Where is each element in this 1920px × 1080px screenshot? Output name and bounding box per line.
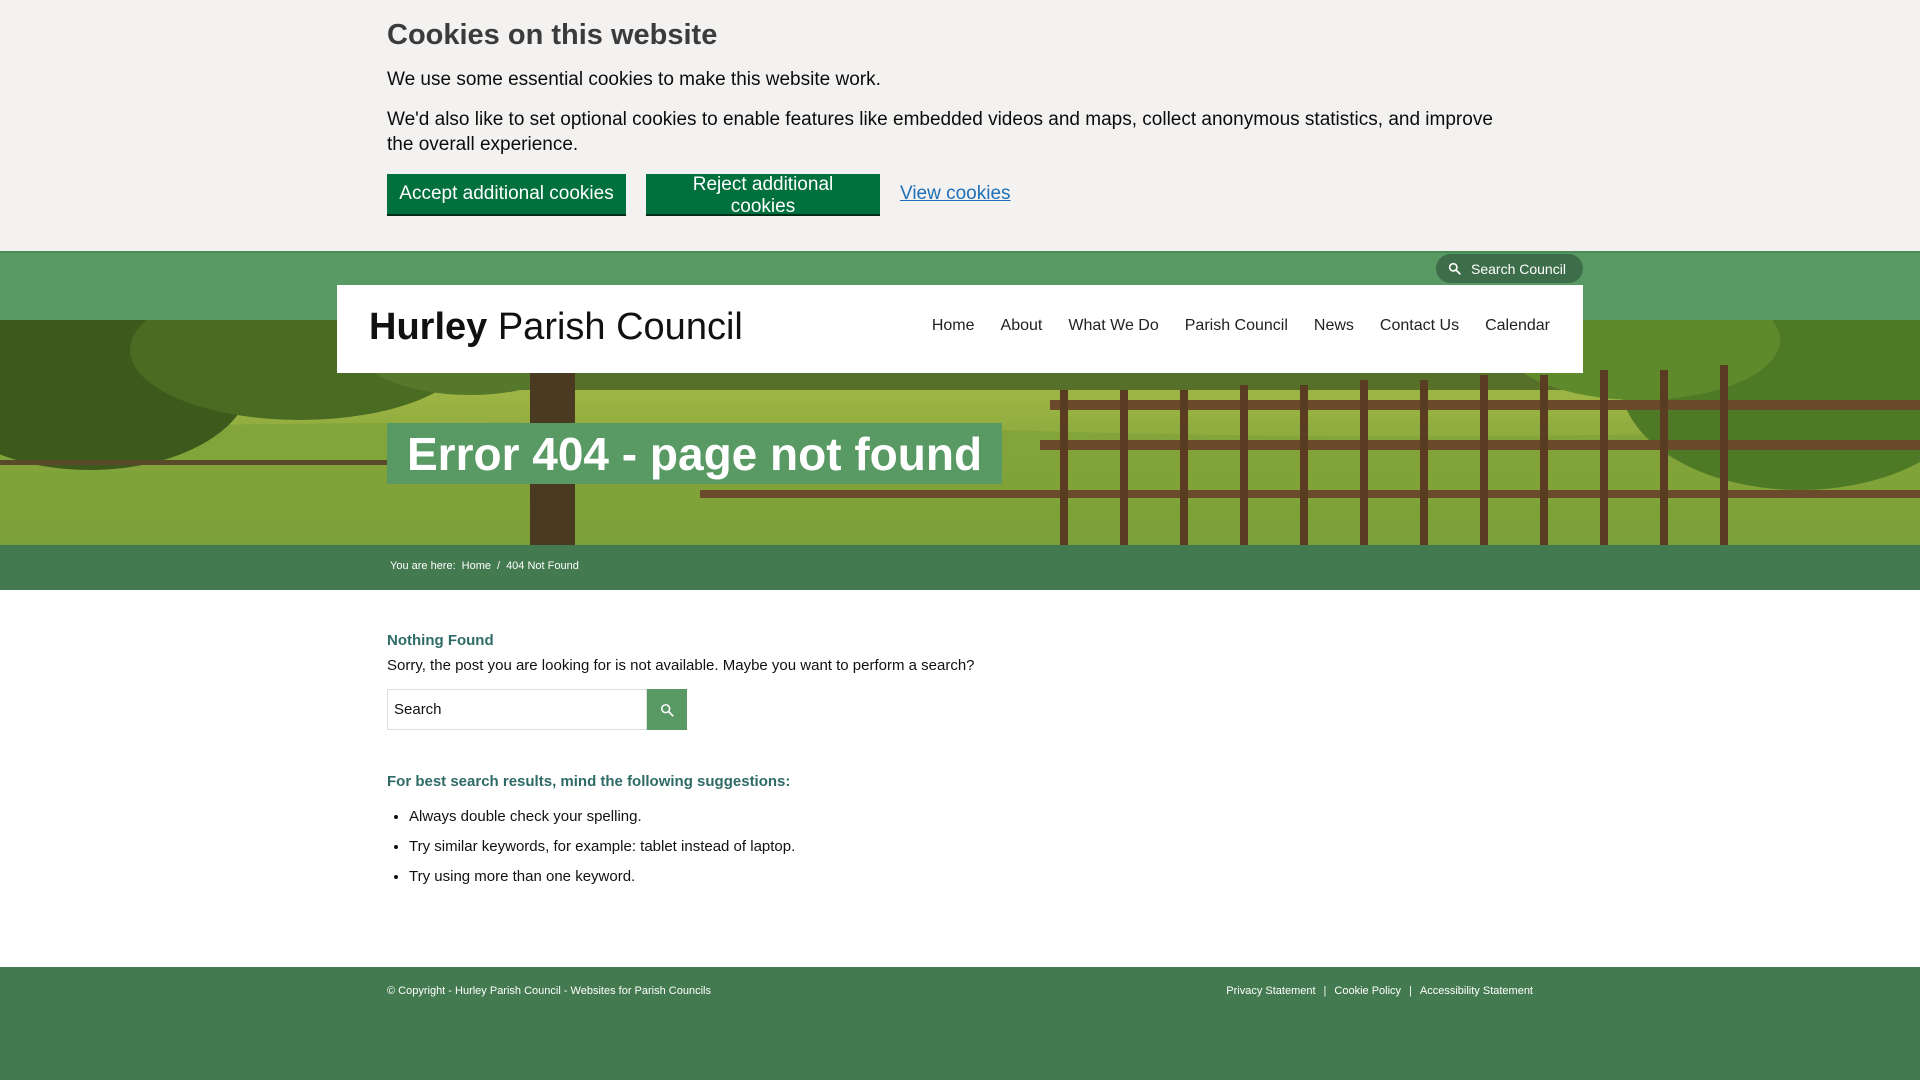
site-footer: © Copyright - Hurley Parish Council - We… — [0, 967, 1920, 1080]
nav-parish-council[interactable]: Parish Council — [1185, 317, 1288, 335]
breadcrumb-current: 404 Not Found — [506, 560, 579, 572]
footer-separator: | — [1323, 985, 1327, 997]
page-title-box: Error 404 - page not found — [387, 423, 1003, 484]
footer-link-accessibility[interactable]: Accessibility Statement — [1420, 985, 1533, 997]
footer-link-cookie-policy[interactable]: Cookie Policy — [1334, 985, 1401, 997]
suggestion-item: Always double check your spelling. — [409, 807, 1517, 826]
site-logo[interactable]: Hurley Parish Council — [369, 303, 743, 351]
footer-copyright: © Copyright - Hurley Parish Council - We… — [387, 985, 711, 997]
logo-text: Parish Council — [487, 306, 743, 348]
cookie-banner-actions: Accept additional cookies Reject additio… — [387, 174, 1517, 217]
footer-separator: | — [1409, 985, 1412, 997]
nav-about[interactable]: About — [1001, 317, 1043, 335]
cookie-banner-content: Cookies on this website We use some esse… — [387, 18, 1517, 217]
search-council-button[interactable]: Search Council — [1436, 254, 1583, 283]
nav-calendar[interactable]: Calendar — [1485, 317, 1550, 335]
suggestion-item: Try using more than one keyword. — [409, 867, 1517, 886]
breadcrumb-separator: / — [497, 560, 501, 572]
logo-bold-text: Hurley — [369, 306, 488, 348]
cookie-banner-text-optional: We'd also like to set optional cookies t… — [387, 109, 1493, 155]
nav-contact-us[interactable]: Contact Us — [1380, 317, 1459, 335]
suggestions-heading: For best search results, mind the follow… — [387, 773, 791, 790]
reject-cookies-button[interactable]: Reject additional cookies — [646, 174, 880, 217]
main-content: Nothing Found Sorry, the post you are lo… — [387, 632, 1517, 897]
nav-news[interactable]: News — [1314, 317, 1354, 335]
search-icon — [660, 703, 674, 717]
suggestion-item: Try similar keywords, for example: table… — [409, 837, 1517, 856]
cookie-banner-title: Cookies on this website — [387, 19, 718, 51]
search-council-label: Search Council — [1471, 260, 1566, 277]
nav-what-we-do[interactable]: What We Do — [1068, 317, 1158, 335]
search-input[interactable] — [387, 689, 647, 730]
search-submit-button[interactable] — [647, 689, 687, 730]
site-header: Hurley Parish Council Home About What We… — [337, 285, 1583, 373]
breadcrumb-prefix: You are here: — [390, 560, 456, 572]
nav-home[interactable]: Home — [932, 317, 975, 335]
footer-links: Privacy Statement | Cookie Policy | Acce… — [1226, 985, 1533, 997]
cookie-banner: Cookies on this website We use some esse… — [0, 0, 1920, 251]
breadcrumb-home[interactable]: Home — [462, 560, 491, 572]
suggestions-list: Always double check your spelling. Try s… — [387, 807, 1517, 886]
search-icon — [1448, 262, 1461, 275]
accept-cookies-button[interactable]: Accept additional cookies — [387, 174, 626, 214]
search-form — [387, 689, 1517, 730]
view-cookies-link[interactable]: View cookies — [900, 183, 1011, 205]
page-title: Error 404 - page not found — [407, 427, 983, 480]
not-available-message: Sorry, the post you are looking for is n… — [387, 657, 975, 674]
breadcrumb: You are here: Home / 404 Not Found — [390, 560, 585, 572]
nothing-found-heading: Nothing Found — [387, 632, 494, 649]
breadcrumb-bar: You are here: Home / 404 Not Found — [0, 545, 1920, 590]
cookie-banner-text-essential: We use some essential cookies to make th… — [387, 69, 881, 90]
main-nav: Home About What We Do Parish Council New… — [906, 317, 1550, 335]
footer-link-privacy[interactable]: Privacy Statement — [1226, 985, 1315, 997]
